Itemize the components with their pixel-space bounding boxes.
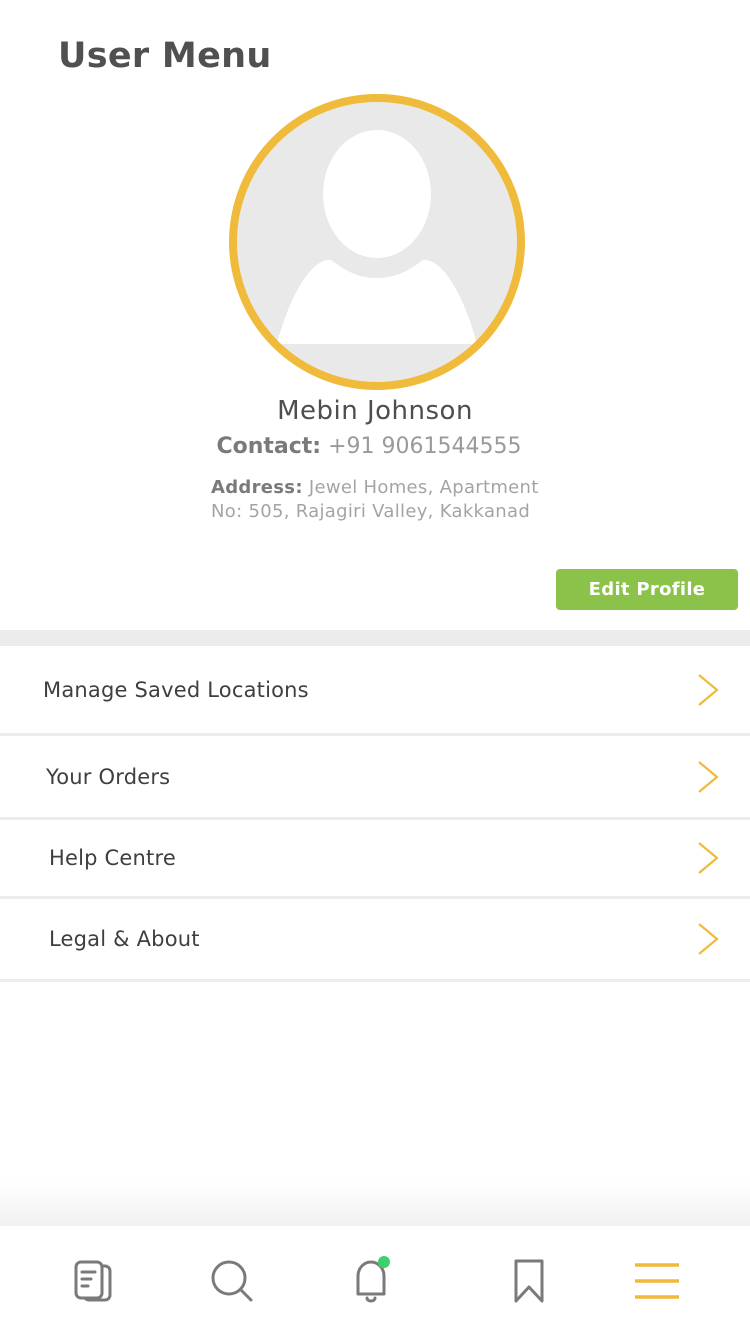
contact-value: +91 9061544555 xyxy=(328,434,522,459)
menu-item-label: Manage Saved Locations xyxy=(43,677,309,702)
menu-item-label: Your Orders xyxy=(46,764,171,789)
avatar[interactable] xyxy=(229,94,525,390)
search-icon xyxy=(211,1260,253,1302)
nav-documents[interactable] xyxy=(63,1251,123,1311)
contact-label: Contact: xyxy=(216,434,322,459)
menu-icon xyxy=(635,1263,679,1299)
menu-item-your-orders[interactable]: Your Orders xyxy=(0,736,750,820)
chevron-right-icon xyxy=(698,923,719,955)
bottom-nav-shadow xyxy=(0,1180,750,1226)
menu-item-legal-about[interactable]: Legal & About xyxy=(0,899,750,982)
user-placeholder-icon xyxy=(277,130,477,344)
nav-search[interactable] xyxy=(202,1251,262,1311)
bookmark-icon xyxy=(514,1259,544,1303)
documents-icon xyxy=(74,1260,112,1302)
contact-info: Contact: +91 9061544555 xyxy=(0,434,738,459)
bottom-nav xyxy=(0,1226,750,1334)
nav-menu[interactable] xyxy=(627,1251,687,1311)
user-name: Mebin Johnson xyxy=(277,396,473,426)
address-label: Address: xyxy=(211,477,303,498)
nav-bookmarks[interactable] xyxy=(499,1251,559,1311)
chevron-right-icon xyxy=(698,842,719,874)
page-title: User Menu xyxy=(58,36,272,76)
menu-item-label: Help Centre xyxy=(49,846,176,870)
chevron-right-icon xyxy=(698,760,719,793)
address-info: Address: Jewel Homes, Apartment No: 505,… xyxy=(211,476,563,524)
nav-notifications[interactable] xyxy=(341,1251,401,1311)
section-divider xyxy=(0,630,750,646)
chevron-right-icon xyxy=(698,673,719,706)
edit-profile-button[interactable]: Edit Profile xyxy=(556,569,738,610)
bell-icon xyxy=(356,1256,390,1303)
notification-badge xyxy=(378,1256,390,1268)
menu-item-help-centre[interactable]: Help Centre xyxy=(0,820,750,899)
menu-item-label: Legal & About xyxy=(49,927,200,951)
menu-item-manage-saved-locations[interactable]: Manage Saved Locations xyxy=(0,646,750,736)
